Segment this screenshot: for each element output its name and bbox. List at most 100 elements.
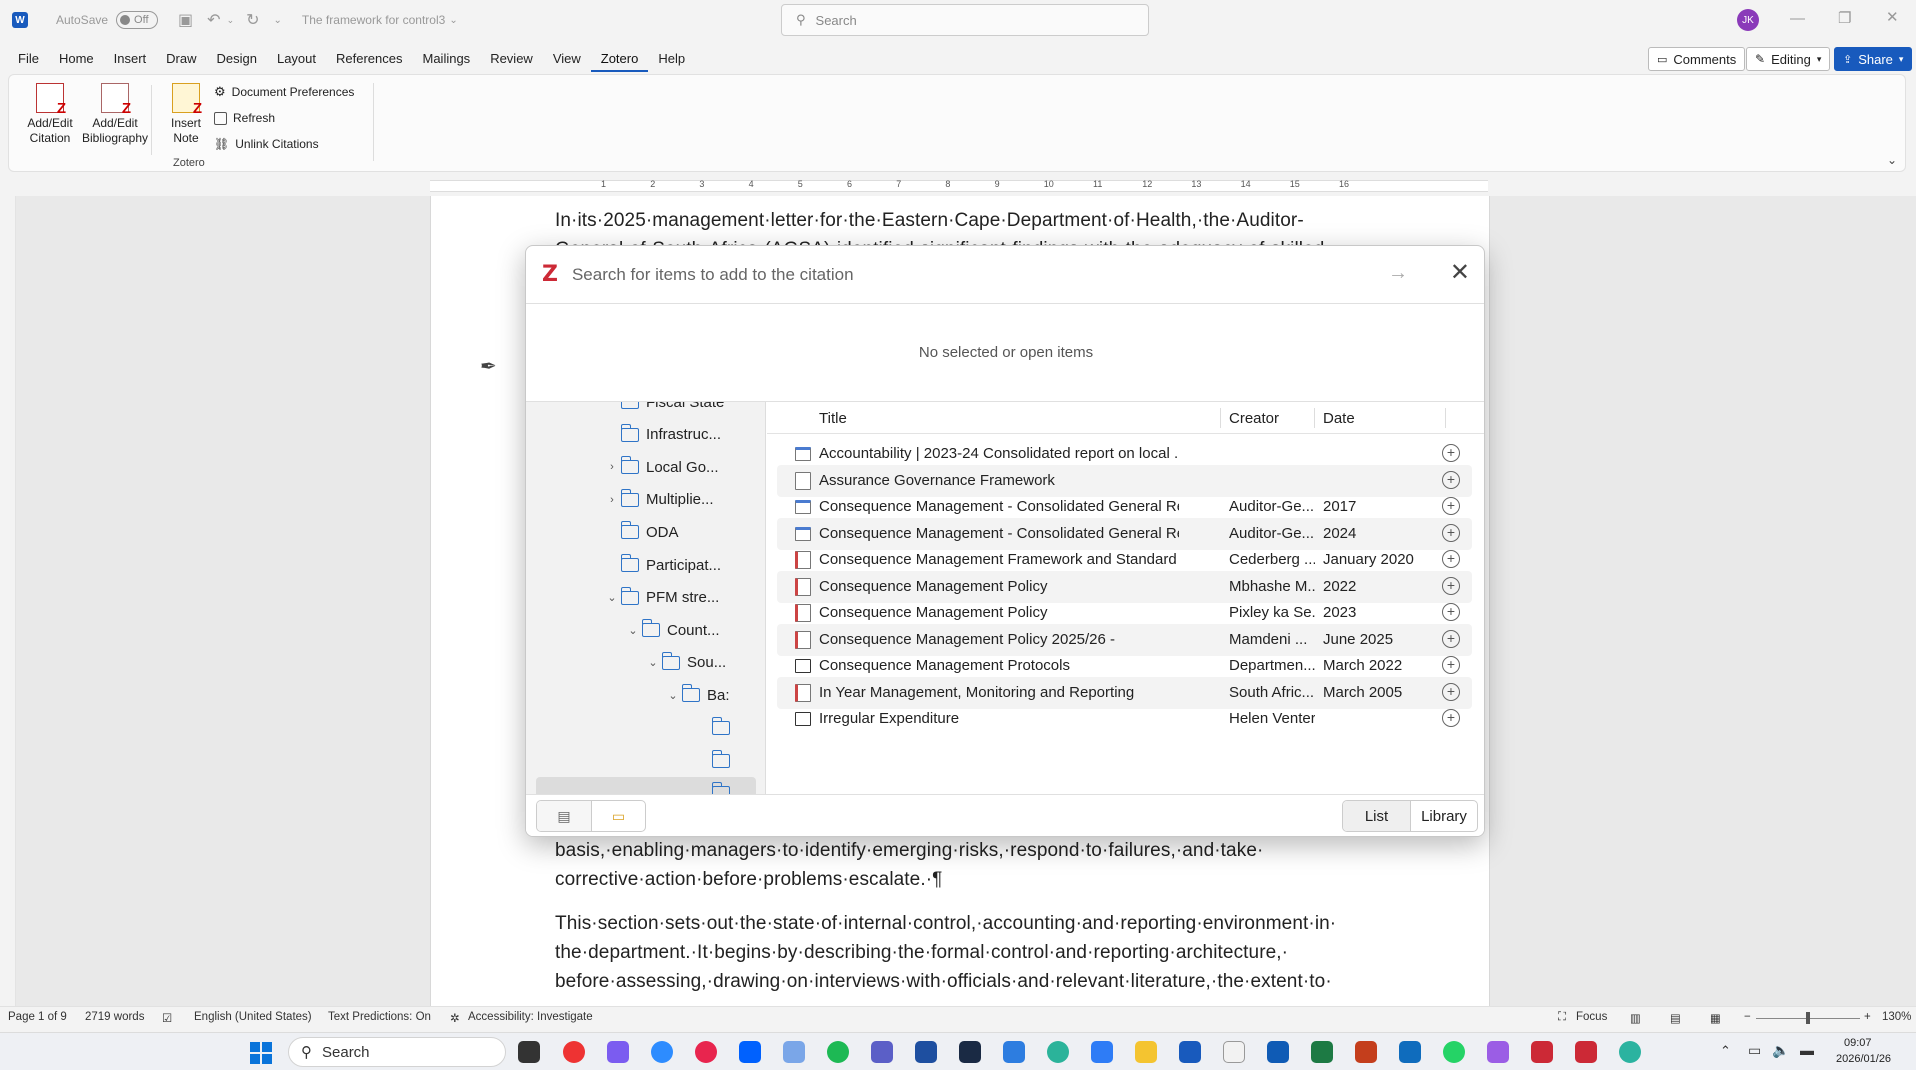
- word-count[interactable]: 2719 words: [85, 1011, 144, 1023]
- undo-icon[interactable]: ↶: [207, 10, 220, 30]
- app-icon[interactable]: [915, 1041, 937, 1063]
- whatsapp-icon[interactable]: [1443, 1041, 1465, 1063]
- autosave-toggle[interactable]: Off: [116, 11, 159, 29]
- twisty-chevron-icon[interactable]: ⌄: [605, 591, 619, 604]
- tab-zotero[interactable]: Zotero: [590, 46, 649, 72]
- collection-tree-row[interactable]: › Local Go...: [605, 451, 719, 483]
- copilot-icon[interactable]: [607, 1041, 629, 1063]
- file-explorer-icon[interactable]: [1135, 1041, 1157, 1063]
- zoom-in-icon[interactable]: +: [1864, 1011, 1871, 1023]
- language[interactable]: English (United States): [194, 1011, 312, 1023]
- column-creator-header[interactable]: Creator: [1229, 410, 1279, 427]
- accessibility-status[interactable]: Accessibility: Investigate: [468, 1011, 593, 1023]
- zoom-level[interactable]: 130%: [1882, 1011, 1911, 1023]
- close-icon[interactable]: ✕: [1450, 258, 1470, 287]
- read-mode-icon[interactable]: ▥: [1630, 1011, 1641, 1025]
- edge-icon[interactable]: [1619, 1041, 1641, 1063]
- arrow-right-icon[interactable]: →: [1388, 262, 1408, 285]
- volume-icon[interactable]: 🔈: [1772, 1042, 1789, 1059]
- pen-sparkle-icon[interactable]: ✒: [480, 354, 497, 379]
- tab-file[interactable]: File: [0, 46, 49, 72]
- twisty-chevron-icon[interactable]: ⌄: [626, 624, 640, 637]
- notepad-icon[interactable]: [1223, 1041, 1245, 1063]
- unlink-citations-button[interactable]: ⛓ Unlink Citations: [214, 131, 354, 157]
- text-predictions[interactable]: Text Predictions: On: [328, 1011, 431, 1023]
- document-preferences-button[interactable]: ⚙ Document Preferences: [214, 79, 354, 105]
- add-to-citation-icon[interactable]: +: [1442, 709, 1460, 727]
- zoom-slider-thumb[interactable]: [1806, 1012, 1810, 1024]
- close-window-icon[interactable]: ✕: [1886, 8, 1899, 26]
- word-icon[interactable]: [1179, 1041, 1201, 1063]
- add-to-citation-icon[interactable]: +: [1442, 576, 1460, 595]
- tab-help[interactable]: Help: [648, 46, 695, 72]
- tab-draw[interactable]: Draw: [156, 46, 206, 72]
- collection-tree-row[interactable]: ⌄ Count...: [626, 614, 720, 646]
- twisty-chevron-icon[interactable]: ⌄: [646, 656, 660, 669]
- taskbar-search[interactable]: ⚲ Search: [288, 1037, 506, 1067]
- add-to-citation-icon[interactable]: +: [1442, 682, 1460, 701]
- insert-note-button[interactable]: Insert Note: [159, 83, 213, 146]
- add-to-citation-icon[interactable]: +: [1442, 444, 1460, 462]
- redo-icon[interactable]: ↻: [246, 10, 259, 30]
- comments-button[interactable]: ▭ Comments: [1648, 47, 1746, 71]
- tab-review[interactable]: Review: [480, 46, 543, 72]
- collapse-ribbon-icon[interactable]: ⌄: [1887, 153, 1897, 167]
- zoom-app-icon[interactable]: [651, 1041, 673, 1063]
- collection-tree-row[interactable]: [696, 745, 737, 777]
- list-view-button[interactable]: List: [1343, 801, 1410, 831]
- snipping-icon[interactable]: [783, 1041, 805, 1063]
- add-to-citation-icon[interactable]: +: [1442, 629, 1460, 648]
- excel-icon[interactable]: [1311, 1041, 1333, 1063]
- save-icon[interactable]: ▣: [178, 10, 193, 30]
- column-separator[interactable]: [1314, 408, 1315, 428]
- tab-insert[interactable]: Insert: [104, 46, 157, 72]
- app-icon[interactable]: [695, 1041, 717, 1063]
- zotero-icon[interactable]: [1531, 1041, 1553, 1063]
- tab-home[interactable]: Home: [49, 46, 104, 72]
- document-items-button[interactable]: ▤: [537, 801, 591, 831]
- add-to-citation-icon[interactable]: +: [1442, 550, 1460, 568]
- item-row[interactable]: Irregular Expenditure Helen Venter +: [777, 703, 1472, 735]
- column-separator[interactable]: [1220, 408, 1221, 428]
- twisty-chevron-icon[interactable]: ⌄: [666, 689, 680, 702]
- column-title-header[interactable]: Title: [819, 410, 847, 427]
- collection-tree-row[interactable]: Fiscal State: [605, 402, 724, 418]
- tab-layout[interactable]: Layout: [267, 46, 326, 72]
- teams-icon[interactable]: [871, 1041, 893, 1063]
- add-to-citation-icon[interactable]: +: [1442, 603, 1460, 621]
- collection-tree-row[interactable]: ⌄ PFM stre...: [605, 582, 719, 614]
- collection-tree-row[interactable]: ⌄ Ba:: [666, 679, 730, 711]
- collection-tree-row[interactable]: ⌄ Sou...: [646, 647, 726, 679]
- add-to-citation-icon[interactable]: +: [1442, 523, 1460, 542]
- zotero-icon[interactable]: [1575, 1041, 1597, 1063]
- twisty-chevron-icon[interactable]: ›: [605, 494, 619, 506]
- tab-view[interactable]: View: [543, 46, 591, 72]
- settings-icon[interactable]: [1091, 1041, 1113, 1063]
- collection-tree-row[interactable]: [696, 712, 737, 744]
- edge-icon[interactable]: [1047, 1041, 1069, 1063]
- collection-tree-row[interactable]: ODA: [605, 516, 679, 548]
- focus-button[interactable]: Focus: [1576, 1011, 1607, 1023]
- minimize-icon[interactable]: —: [1790, 10, 1805, 27]
- tab-design[interactable]: Design: [207, 46, 267, 72]
- outlook-icon[interactable]: [1267, 1041, 1289, 1063]
- tab-mailings[interactable]: Mailings: [413, 46, 481, 72]
- citation-search-input[interactable]: [571, 264, 1372, 285]
- notes-items-button[interactable]: ▭: [591, 801, 645, 831]
- share-button[interactable]: ⇪ Share ▾: [1834, 47, 1913, 71]
- refresh-button[interactable]: Refresh: [214, 105, 354, 131]
- twisty-chevron-icon[interactable]: ⌄: [696, 787, 710, 794]
- collection-tree-row[interactable]: ⌄: [536, 777, 756, 794]
- zoom-out-icon[interactable]: −: [1744, 1011, 1751, 1023]
- chevron-up-icon[interactable]: ⌃: [1720, 1043, 1731, 1059]
- column-date-header[interactable]: Date: [1323, 410, 1355, 427]
- collection-tree-row[interactable]: Infrastruc...: [605, 419, 721, 451]
- web-layout-icon[interactable]: ▦: [1710, 1011, 1721, 1025]
- tab-references[interactable]: References: [326, 46, 412, 72]
- document-title[interactable]: The framework for control3: [302, 13, 445, 27]
- app-icon[interactable]: [959, 1041, 981, 1063]
- add-edit-bibliography-button[interactable]: Add/Edit Bibliography: [73, 83, 157, 146]
- spotify-icon[interactable]: [827, 1041, 849, 1063]
- proofing-icon[interactable]: ☑: [162, 1011, 172, 1025]
- clock-time[interactable]: 09:07: [1844, 1037, 1872, 1049]
